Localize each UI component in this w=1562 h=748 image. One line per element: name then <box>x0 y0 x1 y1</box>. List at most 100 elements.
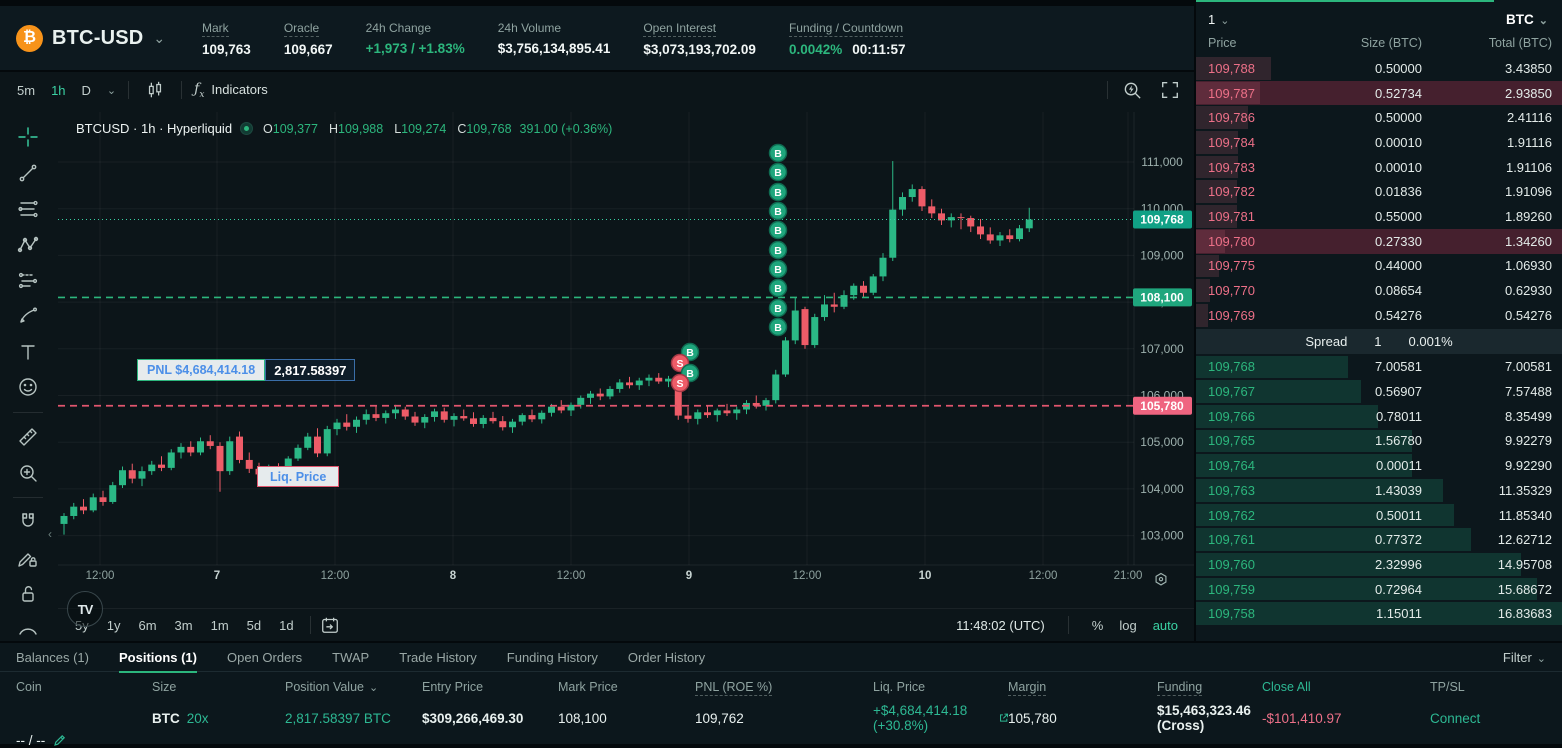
ask-row[interactable]: 109,7860.500002.41116 <box>1196 105 1562 130</box>
candle-style-button[interactable] <box>141 78 169 102</box>
emoji-tool-icon[interactable] <box>11 376 45 399</box>
liq-price-cell: 105,780 <box>1008 711 1157 726</box>
flash-search-icon[interactable] <box>1118 78 1146 102</box>
tab-twap[interactable]: TWAP <box>332 650 369 673</box>
svg-text:8: 8 <box>450 570 457 582</box>
bid-row[interactable]: 109,7581.1501116.83683 <box>1196 601 1562 626</box>
tab-positions-[interactable]: Positions (1) <box>119 650 197 673</box>
position-value-cell: $309,266,469.30 <box>422 711 558 726</box>
column-header-position-value[interactable]: Position Value⌄ <box>285 680 378 694</box>
range-button-1d[interactable]: 1d <box>272 616 300 635</box>
bid-row[interactable]: 109,7660.780118.35499 <box>1196 404 1562 429</box>
svg-text:B: B <box>774 245 782 257</box>
pair-selector[interactable]: ₿ BTC-USD ⌄ <box>16 25 188 52</box>
stat-value: $3,073,193,702.09 <box>643 42 756 57</box>
liq-price-flag[interactable]: Liq. Price <box>257 466 339 487</box>
tab-funding-history[interactable]: Funding History <box>507 650 598 673</box>
interval-button-5m[interactable]: 5m <box>10 80 42 101</box>
bid-row[interactable]: 109,7590.7296415.68672 <box>1196 577 1562 602</box>
bid-row[interactable]: 109,7651.567809.92279 <box>1196 429 1562 454</box>
fib-retracement-tool-icon[interactable] <box>11 197 45 220</box>
tradingview-logo[interactable]: TV <box>67 591 103 627</box>
crosshair-tool-icon[interactable] <box>11 126 45 149</box>
bid-row[interactable]: 109,7610.7737212.62712 <box>1196 527 1562 552</box>
positions-table-header: CoinSizePosition Value⌄Entry PriceMark P… <box>0 680 1562 694</box>
hide-drawings-tool-icon[interactable] <box>11 618 45 641</box>
svg-text:B: B <box>774 264 782 276</box>
range-button-6m[interactable]: 6m <box>131 616 163 635</box>
fx-icon: ƒx <box>194 81 204 100</box>
ask-row[interactable]: 109,7840.000101.91116 <box>1196 130 1562 155</box>
fullscreen-icon[interactable] <box>1156 78 1184 102</box>
svg-text:12:00: 12:00 <box>793 570 822 582</box>
interval-button-D[interactable]: D <box>75 80 98 101</box>
projection-tool-icon[interactable] <box>11 269 45 292</box>
stat-value: 109,667 <box>284 42 333 57</box>
edit-pencil-icon[interactable] <box>53 734 66 747</box>
svg-text:105,000: 105,000 <box>1140 435 1184 449</box>
interval-dropdown-icon[interactable]: ⌄ <box>107 84 116 97</box>
connect-action[interactable]: Connect <box>1430 711 1562 726</box>
bid-row[interactable]: 109,7602.3299614.95708 <box>1196 552 1562 577</box>
range-button-1y[interactable]: 1y <box>100 616 128 635</box>
collapse-toolbar-icon[interactable]: ‹ <box>48 527 52 541</box>
indicators-button[interactable]: ƒx Indicators <box>194 81 268 100</box>
magnet-tool-icon[interactable] <box>11 511 45 534</box>
tab-open-orders[interactable]: Open Orders <box>227 650 302 673</box>
bid-row[interactable]: 109,7670.569077.57488 <box>1196 379 1562 404</box>
bid-row[interactable]: 109,7640.000119.92290 <box>1196 453 1562 478</box>
mark-price-cell: 109,762 <box>695 711 873 726</box>
chevron-down-icon: ⌄ <box>1539 15 1548 27</box>
ask-row[interactable]: 109,7880.500003.43850 <box>1196 56 1562 81</box>
coin-cell: BTC20x <box>152 711 285 726</box>
range-button-5d[interactable]: 5d <box>240 616 268 635</box>
column-header-close-all[interactable]: Close All <box>1262 680 1311 694</box>
svg-text:9: 9 <box>686 570 692 582</box>
chart-panel: 5m1hD ⌄ ƒx Indicators <box>0 72 1194 641</box>
range-button-3m[interactable]: 3m <box>168 616 200 635</box>
interval-button-1h[interactable]: 1h <box>44 80 72 101</box>
ask-row[interactable]: 109,7700.086540.62930 <box>1196 278 1562 303</box>
trendline-tool-icon[interactable] <box>11 162 45 185</box>
ask-row[interactable]: 109,7800.273301.34260 <box>1196 229 1562 254</box>
zoom-in-tool-icon[interactable] <box>11 461 45 484</box>
ask-row[interactable]: 109,7810.550001.89260 <box>1196 204 1562 229</box>
measure-tool-icon[interactable] <box>11 426 45 449</box>
pattern-tool-icon[interactable] <box>11 233 45 256</box>
btc-coin-icon: ₿ <box>16 25 43 52</box>
column-header-tp-sl: TP/SL <box>1430 680 1465 694</box>
text-tool-icon[interactable] <box>11 340 45 363</box>
scale-button-%[interactable]: % <box>1092 618 1104 633</box>
orderbook-panel: 1⌄ BTC⌄ Price Size (BTC) Total (BTC) 109… <box>1196 0 1562 641</box>
pnl-position-flag[interactable]: PNL $4,684,414.18 2,817.58397 <box>137 359 355 381</box>
axis-settings-gear-icon[interactable] <box>1152 571 1170 592</box>
filter-button[interactable]: Filter⌄ <box>1503 650 1546 665</box>
tab-balances-[interactable]: Balances (1) <box>16 650 89 673</box>
market-header: ₿ BTC-USD ⌄ Mark109,763Oracle109,66724h … <box>0 6 1194 70</box>
ask-row[interactable]: 109,7830.000101.91106 <box>1196 155 1562 180</box>
chevron-down-icon: ⌄ <box>1537 653 1546 665</box>
unit-selector[interactable]: BTC⌄ <box>1506 12 1548 27</box>
ask-row[interactable]: 109,7820.018361.91096 <box>1196 179 1562 204</box>
ask-row[interactable]: 109,7690.542760.54276 <box>1196 303 1562 328</box>
scale-button-log[interactable]: log <box>1119 618 1136 633</box>
drawing-lock-tool-icon[interactable] <box>11 547 45 570</box>
svg-text:B: B <box>774 206 782 218</box>
bid-row[interactable]: 109,7631.4303911.35329 <box>1196 478 1562 503</box>
range-button-1m[interactable]: 1m <box>204 616 236 635</box>
bid-row[interactable]: 109,7687.005817.00581 <box>1196 355 1562 380</box>
unlock-tool-icon[interactable] <box>11 583 45 606</box>
stat-label: 24h Volume <box>498 21 561 36</box>
ask-row[interactable]: 109,7750.440001.06930 <box>1196 254 1562 279</box>
tab-order-history[interactable]: Order History <box>628 650 705 673</box>
scale-button-auto[interactable]: auto <box>1153 618 1178 633</box>
svg-text:12:00: 12:00 <box>557 570 586 582</box>
brush-tool-icon[interactable] <box>11 305 45 328</box>
ask-row[interactable]: 109,7870.527342.93850 <box>1196 81 1562 106</box>
tab-trade-history[interactable]: Trade History <box>399 650 477 673</box>
chart-clock[interactable]: 11:48:02 (UTC) <box>956 618 1045 633</box>
goto-date-icon[interactable] <box>320 615 340 635</box>
bid-row[interactable]: 109,7620.5001111.85340 <box>1196 503 1562 528</box>
external-link-icon[interactable] <box>999 712 1008 724</box>
tick-size-selector[interactable]: 1⌄ <box>1208 12 1229 27</box>
